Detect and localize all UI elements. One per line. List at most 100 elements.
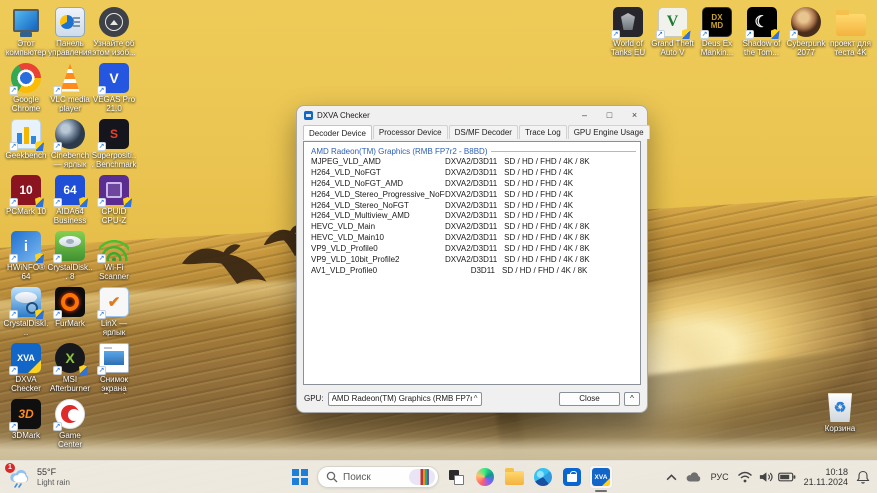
copilot-button[interactable] [473,465,497,489]
desktop-icon-game-center-frame [54,398,86,430]
desktop-icon-wifi-scanner-frame [98,230,130,262]
desktop-icon-gta-screenshot[interactable]: Снимок экрана Grand Theft... [91,342,137,394]
decoder-resolutions: SD / HD / FHD / 4K [497,168,573,179]
desktop-icon-linx[interactable]: ✔LinX — ярлык [91,286,137,337]
system-tray-icons[interactable] [737,471,796,483]
shortcut-arrow-overlay-icon [9,422,18,431]
decoder-row[interactable]: AV1_VLD_Profile0D3D11SD / HD / FHD / 4K … [308,266,636,277]
desktop-icon-gta-v-frame: V [657,6,689,38]
decoder-row[interactable]: HEVC_VLD_Main10DXVA2/D3D11SD / HD / FHD … [308,233,636,244]
desktop-icon-cpu-z[interactable]: CPUID CPU-Z [91,174,137,225]
shortcut-arrow-overlay-icon [700,30,709,39]
decoder-row[interactable]: H264_VLD_Stereo_Progressive_NoFGTDXVA2/D… [308,190,636,201]
tab-trace-log[interactable]: Trace Log [519,125,567,139]
desktop-icon-4k-test-folder[interactable]: проект для теста 4K [828,6,874,57]
tray-overflow-chevron-icon[interactable] [666,474,677,481]
tab-gpu-engine-usage[interactable]: GPU Engine Usage [568,125,650,139]
desktop-icon-learn-about-image[interactable]: Узнайте об этом изоб... [91,6,137,57]
icon-label: Cinebench — ярлык [47,152,93,169]
dxva-checker-taskbar-button[interactable]: XVA [589,465,613,489]
decoder-row[interactable]: HEVC_VLD_MainDXVA2/D3D11SD / HD / FHD / … [308,222,636,233]
decoder-resolutions: SD / HD / FHD / 4K [497,190,573,201]
desktop-icon-crystaldiskinfo[interactable]: CrystalDiskI... [3,286,49,337]
desktop-icon-deus-ex-frame: DX MD [701,6,733,38]
decoder-profile-name: H264_VLD_NoFGT [308,168,445,179]
desktop-icon-pcmark-10[interactable]: 10PCMark 10 [3,174,49,217]
store-button[interactable] [560,465,584,489]
close-button[interactable]: Close [559,392,620,406]
expand-button[interactable]: ^ [624,392,640,406]
search-box[interactable]: Поиск [317,466,439,488]
notification-bell-icon[interactable] [856,470,870,484]
desktop-icon-furmark[interactable]: FurMark [47,286,93,329]
desktop-icon-shadow-tomb-raider[interactable]: ☾Shadow of the Tom... [739,6,785,57]
decoder-row[interactable]: VP9_VLD_10bit_Profile2DXVA2/D3D11SD / HD… [308,255,636,266]
decoder-row[interactable]: H264_VLD_NoFGTDXVA2/D3D11SD / HD / FHD /… [308,168,636,179]
decoder-row[interactable]: H264_VLD_Stereo_NoFGTDXVA2/D3D11SD / HD … [308,201,636,212]
windows-logo-icon [292,469,308,485]
decoder-row[interactable]: VP9_VLD_Profile0DXVA2/D3D11SD / HD / FHD… [308,244,636,255]
desktop-icon-geekbench[interactable]: Geekbench [3,118,49,161]
desktop-icon-vlc[interactable]: VLC media player [47,62,93,113]
desktop-icon-aida64[interactable]: 64AIDA64 Business [47,174,93,225]
desktop-icon-google-chrome[interactable]: Google Chrome [3,62,49,113]
decoder-resolutions: SD / HD / FHD / 4K [497,179,573,190]
gpu-select[interactable]: AMD Radeon(TM) Graphics (RMB FP7r2 - B8B… [328,392,482,406]
desktop-icon-control-panel[interactable]: Панель управления [47,6,93,57]
shortcut-arrow-overlay-icon [656,30,665,39]
desktop-icon-cinebench[interactable]: Cinebench — ярлык [47,118,93,169]
desktop-icon-world-of-tanks[interactable]: World of Tanks EU [605,6,651,57]
icon-label: Superpositi... Benchmark [91,152,137,169]
tab-decoder-device[interactable]: Decoder Device [303,125,372,140]
desktop-icon-gta-v[interactable]: VGrand Theft Auto V [650,6,696,57]
edge-button[interactable] [531,465,555,489]
decoder-row[interactable]: H264_VLD_Multiview_AMDDXVA2/D3D11SD / HD… [308,211,636,222]
shortcut-arrow-overlay-icon [97,86,106,95]
decoder-row[interactable]: MJPEG_VLD_AMDDXVA2/D3D11SD / HD / FHD / … [308,157,636,168]
desktop-icon-dxva-checker[interactable]: XVADXVA Checker [3,342,49,393]
desktop-icon-game-center[interactable]: Game Center [47,398,93,449]
maximize-button[interactable]: □ [597,106,622,124]
uac-shield-overlay-icon [771,29,780,39]
shortcut-arrow-overlay-icon [53,86,62,95]
decoder-api: DXVA2/D3D11 [445,211,497,222]
decoder-device-list[interactable]: AMD Radeon(TM) Graphics (RMB FP7r2 - B8B… [303,141,641,385]
icon-label: Google Chrome [3,96,49,113]
tab-processor-device[interactable]: Processor Device [373,125,448,139]
decoder-api: DXVA2/D3D11 [445,222,497,233]
decoder-row[interactable]: H264_VLD_NoFGT_AMDDXVA2/D3D11SD / HD / F… [308,179,636,190]
desktop-icon-vegas-pro[interactable]: VVEGAS Pro 21.0 [91,62,137,113]
weather-cloud-icon: 1 [8,466,32,488]
time: 10:18 [825,467,848,477]
window-controls: – □ × [572,106,647,124]
desktop-icon-msi-afterburner[interactable]: XMSI Afterburner [47,342,93,393]
file-explorer-button[interactable] [502,465,526,489]
desktop-icon-superposition[interactable]: SSuperpositi... Benchmark [91,118,137,169]
start-button[interactable] [288,465,312,489]
window-titlebar[interactable]: DXVA Checker – □ × [297,106,647,124]
gpu-group-title: AMD Radeon(TM) Graphics (RMB FP7r2 - B8B… [308,145,636,157]
task-view-button[interactable] [444,465,468,489]
desktop-icon-cyberpunk-2077[interactable]: Cyberpunk 2077 [783,6,829,57]
decoder-api: DXVA2/D3D11 [445,179,497,190]
language-indicator[interactable]: РУС [711,472,729,482]
taskbar-center: Поиск XVA [288,461,613,493]
desktop-icon-hwinfo64[interactable]: iHWiNFO® 64 [3,230,49,281]
decoder-profile-name: AV1_VLD_Profile0 [308,266,445,277]
onedrive-cloud-icon[interactable] [685,471,703,483]
dxva-taskbar-icon: XVA [592,468,610,486]
folder-icon [505,471,524,485]
desktop-icon-recycle-bin[interactable]: ♻Корзина [817,391,863,434]
desktop-icon-google-chrome-frame [10,62,42,94]
desktop-icon-crystaldiskmark[interactable]: CrystalDisk... 8 [47,230,93,281]
desktop-icon-wifi-scanner[interactable]: Wi-Fi Scanner [91,230,137,281]
clock[interactable]: 10:18 21.11.2024 [804,467,848,487]
desktop-icon-msi-afterburner-frame: X [54,342,86,374]
close-window-button[interactable]: × [622,106,647,124]
weather-widget[interactable]: 1 55°F Light rain [8,461,70,493]
minimize-button[interactable]: – [572,106,597,124]
desktop-icon-deus-ex[interactable]: DX MDDeus Ex Mankin... [694,6,740,57]
desktop-icon-this-pc[interactable]: Этот компьютер [3,6,49,57]
tab-ds-mf-decoder[interactable]: DS/MF Decoder [449,125,518,139]
desktop-icon-3dmark[interactable]: 3D3DMark [3,398,49,441]
